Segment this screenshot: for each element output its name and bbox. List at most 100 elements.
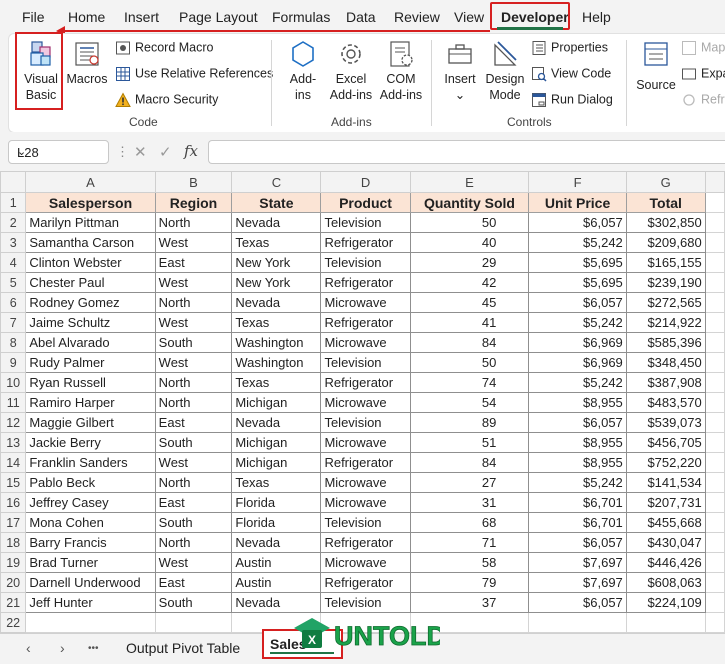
column-header[interactable]: D: [320, 171, 411, 193]
menu-file[interactable]: File: [22, 9, 45, 25]
table-cell[interactable]: Rudy Palmer: [25, 352, 156, 373]
table-cell[interactable]: $6,057: [528, 212, 627, 233]
table-cell[interactable]: Jaime Schultz: [25, 312, 156, 333]
empty-cell[interactable]: [704, 312, 725, 333]
table-cell[interactable]: North: [154, 212, 233, 233]
table-cell[interactable]: 31: [409, 492, 530, 513]
empty-cell[interactable]: [704, 412, 725, 433]
table-cell[interactable]: $141,534: [625, 472, 706, 493]
empty-cell[interactable]: [704, 572, 725, 593]
empty-cell[interactable]: [704, 272, 725, 293]
empty-cell[interactable]: [704, 292, 725, 313]
menu-view[interactable]: View: [454, 9, 484, 25]
row-header[interactable]: 20: [0, 572, 27, 593]
empty-cell[interactable]: [704, 532, 725, 553]
table-cell[interactable]: Brad Turner: [25, 552, 156, 573]
table-cell[interactable]: 50: [409, 212, 530, 233]
table-cell[interactable]: Jeff Hunter: [25, 592, 156, 613]
table-cell[interactable]: South: [154, 592, 233, 613]
table-cell[interactable]: Austin: [231, 552, 322, 573]
table-cell[interactable]: West: [154, 452, 233, 473]
empty-cell[interactable]: [704, 452, 725, 473]
table-cell[interactable]: $239,190: [625, 272, 706, 293]
addins-button[interactable]: Add- ins: [281, 39, 325, 103]
empty-cell[interactable]: [704, 492, 725, 513]
table-cell[interactable]: Refrigerator: [320, 312, 411, 333]
table-cell[interactable]: North: [154, 292, 233, 313]
table-cell[interactable]: 41: [409, 312, 530, 333]
table-cell[interactable]: Nevada: [231, 412, 322, 433]
column-header[interactable]: G: [625, 171, 706, 193]
empty-cell[interactable]: [704, 552, 725, 573]
table-cell[interactable]: Samantha Carson: [25, 232, 156, 253]
table-cell[interactable]: Michigan: [231, 392, 322, 413]
table-cell[interactable]: Pablo Beck: [25, 472, 156, 493]
table-cell[interactable]: 89: [409, 412, 530, 433]
table-cell[interactable]: 42: [409, 272, 530, 293]
table-cell[interactable]: $455,668: [625, 512, 706, 533]
prev-sheet-icon[interactable]: ‹: [26, 640, 31, 656]
column-header[interactable]: F: [528, 171, 627, 193]
table-cell[interactable]: $207,731: [625, 492, 706, 513]
table-cell[interactable]: Maggie Gilbert: [25, 412, 156, 433]
empty-cell[interactable]: [704, 392, 725, 413]
table-cell[interactable]: Darnell Underwood: [25, 572, 156, 593]
table-cell[interactable]: $5,242: [528, 472, 627, 493]
table-cell[interactable]: Nevada: [231, 292, 322, 313]
empty-cell[interactable]: [528, 612, 627, 633]
row-header[interactable]: 13: [0, 432, 27, 453]
table-cell[interactable]: North: [154, 532, 233, 553]
table-cell[interactable]: East: [154, 572, 233, 593]
header-cell[interactable]: Region: [154, 192, 233, 213]
table-cell[interactable]: South: [154, 332, 233, 353]
record-macro-button[interactable]: Record Macro: [115, 40, 214, 56]
table-cell[interactable]: West: [154, 272, 233, 293]
table-cell[interactable]: Nevada: [231, 212, 322, 233]
empty-cell[interactable]: [154, 612, 233, 633]
table-cell[interactable]: Refrigerator: [320, 372, 411, 393]
table-cell[interactable]: $5,242: [528, 232, 627, 253]
table-cell[interactable]: South: [154, 432, 233, 453]
row-header[interactable]: 5: [0, 272, 27, 293]
table-cell[interactable]: $6,057: [528, 592, 627, 613]
table-cell[interactable]: 37: [409, 592, 530, 613]
table-cell[interactable]: West: [154, 232, 233, 253]
table-cell[interactable]: Texas: [231, 312, 322, 333]
table-cell[interactable]: Microwave: [320, 552, 411, 573]
table-cell[interactable]: Microwave: [320, 292, 411, 313]
table-cell[interactable]: Microwave: [320, 392, 411, 413]
table-cell[interactable]: $608,063: [625, 572, 706, 593]
table-cell[interactable]: Television: [320, 252, 411, 273]
table-cell[interactable]: Jeffrey Casey: [25, 492, 156, 513]
menu-review[interactable]: Review: [394, 9, 440, 25]
table-cell[interactable]: East: [154, 252, 233, 273]
table-cell[interactable]: 79: [409, 572, 530, 593]
table-cell[interactable]: North: [154, 372, 233, 393]
next-sheet-icon[interactable]: ›: [60, 640, 65, 656]
empty-cell[interactable]: [704, 592, 725, 613]
table-cell[interactable]: Television: [320, 352, 411, 373]
table-cell[interactable]: West: [154, 552, 233, 573]
table-cell[interactable]: 58: [409, 552, 530, 573]
table-cell[interactable]: $272,565: [625, 292, 706, 313]
table-cell[interactable]: 29: [409, 252, 530, 273]
expansion-packs-button[interactable]: Expa: [681, 66, 725, 82]
column-header[interactable]: C: [231, 171, 322, 193]
row-header[interactable]: 10: [0, 372, 27, 393]
macro-security-button[interactable]: Macro Security: [115, 92, 218, 108]
table-cell[interactable]: Michigan: [231, 452, 322, 473]
table-cell[interactable]: East: [154, 492, 233, 513]
empty-cell[interactable]: [704, 232, 725, 253]
empty-cell[interactable]: [704, 192, 725, 213]
table-cell[interactable]: $6,701: [528, 492, 627, 513]
menu-home[interactable]: Home: [68, 9, 105, 25]
table-cell[interactable]: Clinton Webster: [25, 252, 156, 273]
header-cell[interactable]: State: [231, 192, 322, 213]
table-cell[interactable]: Ryan Russell: [25, 372, 156, 393]
row-header[interactable]: 1: [0, 192, 27, 213]
table-cell[interactable]: $387,908: [625, 372, 706, 393]
empty-cell[interactable]: [704, 332, 725, 353]
row-header[interactable]: 9: [0, 352, 27, 373]
table-cell[interactable]: $5,242: [528, 372, 627, 393]
table-cell[interactable]: $539,073: [625, 412, 706, 433]
